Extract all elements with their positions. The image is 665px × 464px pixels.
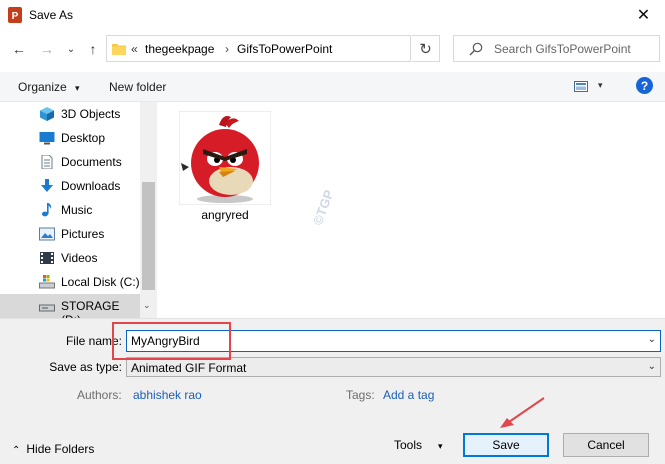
new-folder-button[interactable]: New folder xyxy=(109,80,166,94)
add-tag-link[interactable]: Add a tag xyxy=(383,388,434,402)
window-title: Save As xyxy=(29,8,74,22)
refresh-button[interactable]: ↻ xyxy=(412,35,440,62)
breadcrumb-overflow[interactable]: « xyxy=(131,42,138,56)
file-name-label: File name: xyxy=(65,334,122,348)
authors-label: Authors: xyxy=(77,388,122,402)
sidebar-item-documents[interactable]: Documents xyxy=(0,150,140,174)
sidebar-item-local-disk[interactable]: Local Disk (C:) xyxy=(0,270,140,294)
hide-folders-button[interactable]: ⌃ Hide Folders xyxy=(12,442,94,456)
title-bar: P Save As ✕ xyxy=(0,0,665,30)
search-input[interactable] xyxy=(494,40,654,58)
watermark: ©TGP xyxy=(310,187,337,228)
up-button[interactable]: ↑ xyxy=(84,40,102,58)
save-as-type-select[interactable]: Animated GIF Format ⌄ xyxy=(126,357,661,377)
close-icon: ✕ xyxy=(636,7,651,24)
file-item-angryred[interactable] xyxy=(178,110,272,206)
sidebar-item-downloads[interactable]: Downloads xyxy=(0,174,140,198)
forward-arrow-icon: → xyxy=(40,41,54,57)
chevron-down-icon[interactable]: ⌄ xyxy=(648,334,656,345)
3d-objects-icon xyxy=(40,107,54,121)
downloads-icon xyxy=(41,179,53,192)
chevron-down-icon: ⌄ xyxy=(647,361,656,372)
scrollbar-thumb[interactable] xyxy=(142,182,155,290)
back-arrow-icon: ← xyxy=(12,41,26,57)
organize-button[interactable]: Organize ▾ xyxy=(18,80,80,94)
help-button[interactable]: ? xyxy=(636,77,653,94)
forward-button[interactable]: → xyxy=(38,40,56,58)
cancel-button[interactable]: Cancel xyxy=(563,433,649,457)
file-name-input[interactable] xyxy=(131,333,631,349)
sidebar-item-desktop[interactable]: Desktop xyxy=(0,126,140,150)
breadcrumb-thegeekpage[interactable]: thegeekpage xyxy=(145,42,214,56)
address-bar[interactable]: « thegeekpage › GifsToPowerPoint ⌄ xyxy=(106,35,505,62)
refresh-icon: ↻ xyxy=(419,40,432,58)
file-name-field[interactable]: ⌄ xyxy=(126,330,661,352)
documents-icon xyxy=(41,155,53,169)
close-button[interactable]: ✕ xyxy=(622,0,665,30)
sidebar-item-videos[interactable]: Videos xyxy=(0,246,140,270)
videos-icon xyxy=(40,252,54,264)
folder-icon xyxy=(112,44,126,55)
chevron-down-icon: ⌄ xyxy=(66,43,76,55)
search-icon xyxy=(469,42,483,56)
sidebar-item-music[interactable]: Music xyxy=(0,198,140,222)
save-button[interactable]: Save xyxy=(463,433,549,457)
caret-down-icon: ▾ xyxy=(438,441,443,451)
view-options-dropdown[interactable]: ▾ xyxy=(598,80,603,91)
recent-locations-button[interactable]: ⌄ xyxy=(62,40,80,58)
caret-down-icon: ▾ xyxy=(75,83,80,93)
file-name-label: angryred xyxy=(201,208,249,222)
svg-text:P: P xyxy=(12,11,19,22)
pictures-icon xyxy=(39,227,55,241)
file-list: angryred ©TGP xyxy=(157,102,665,318)
sidebar-item-pictures[interactable]: Pictures xyxy=(0,222,140,246)
sidebar-item-3d-objects[interactable]: 3D Objects xyxy=(0,102,140,126)
save-as-type-value: Animated GIF Format xyxy=(131,361,247,375)
help-icon: ? xyxy=(640,78,649,93)
save-as-type-label: Save as type: xyxy=(49,360,122,374)
local-disk-icon xyxy=(39,275,55,289)
command-toolbar: Organize ▾ New folder ▾ ? xyxy=(0,72,665,102)
chevron-up-icon: ⌃ xyxy=(12,445,21,456)
navigation-scrollbar[interactable]: ⌄ xyxy=(140,102,157,318)
powerpoint-app-icon: P xyxy=(8,7,22,23)
storage-drive-icon xyxy=(39,304,55,312)
breadcrumb-gifstopowerpoint[interactable]: GifsToPowerPoint xyxy=(237,42,332,56)
music-icon xyxy=(42,203,52,217)
sidebar-item-storage[interactable]: STORAGE (D:) xyxy=(0,294,140,327)
up-arrow-icon: ↑ xyxy=(89,41,97,57)
tags-label: Tags: xyxy=(346,388,375,402)
angry-bird-thumbnail-image xyxy=(178,110,272,206)
navigation-pane: 3D Objects Desktop Documents Downloads M… xyxy=(0,102,140,327)
change-view-icon[interactable] xyxy=(574,81,588,92)
save-options-panel: File name: ⌄ Save as type: Animated GIF … xyxy=(0,318,665,464)
desktop-icon xyxy=(39,132,55,145)
breadcrumb-separator: › xyxy=(225,42,229,56)
search-box[interactable] xyxy=(453,35,660,62)
scroll-down-icon[interactable]: ⌄ xyxy=(143,300,151,311)
authors-value[interactable]: abhishek rao xyxy=(133,388,202,402)
tools-button[interactable]: Tools ▾ xyxy=(394,438,443,452)
back-button[interactable]: ← xyxy=(10,40,28,58)
